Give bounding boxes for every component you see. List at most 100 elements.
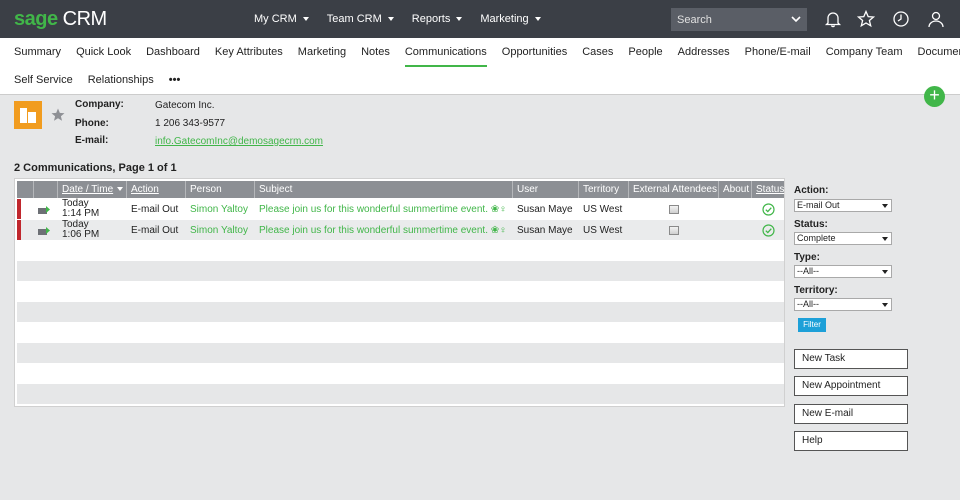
row-person-link[interactable]: Simon Yaltoy [186, 199, 255, 219]
new-email-button[interactable]: New E-mail [794, 404, 908, 424]
clock-icon[interactable] [892, 10, 910, 28]
col-action[interactable]: Action [127, 181, 186, 198]
tab-relationships[interactable]: Relationships [88, 74, 154, 93]
company-name: Gatecom Inc. [155, 100, 215, 111]
tab-dashboard[interactable]: Dashboard [146, 46, 200, 67]
territory-filter-select[interactable]: --All-- [794, 298, 892, 311]
col-subject: Subject [255, 181, 513, 198]
tab-addresses[interactable]: Addresses [678, 46, 730, 67]
grid-header: Date / Time Action Person Subject User T… [17, 181, 784, 198]
type-filter-select[interactable]: --All-- [794, 265, 892, 278]
star-icon[interactable] [857, 10, 875, 28]
table-row[interactable]: Today 1:06 PM E-mail Out Simon Yaltoy Ple… [17, 220, 784, 240]
complete-check-icon [761, 202, 775, 216]
row-subject-link[interactable]: Please join us for this wonderful summer… [255, 199, 513, 219]
row-action: E-mail Out [131, 203, 179, 215]
col-external-attendees: External Attendees [629, 181, 719, 198]
status-filter-select[interactable]: Complete [794, 232, 892, 245]
bell-icon[interactable] [824, 10, 842, 28]
row-territory: US West [583, 224, 623, 236]
empty-row [17, 384, 784, 404]
search-box [671, 8, 807, 31]
tab-opportunities[interactable]: Opportunities [502, 46, 567, 67]
tab-key-attributes[interactable]: Key Attributes [215, 46, 283, 67]
dropdown-arrow-icon [882, 303, 888, 307]
top-bar: sage CRM My CRM Team CRM Reports Marketi… [0, 0, 960, 38]
caret-down-icon [302, 17, 309, 21]
company-icon [14, 101, 42, 129]
type-filter-label: Type: [794, 252, 820, 263]
tab-company-team[interactable]: Company Team [826, 46, 903, 67]
priority-marker [17, 220, 21, 240]
tab-people[interactable]: People [628, 46, 662, 67]
main-nav: My CRM Team CRM Reports Marketing [254, 0, 559, 38]
tab-communications[interactable]: Communications [404, 46, 487, 67]
dropdown-arrow-icon [882, 204, 888, 208]
tab-phone-email[interactable]: Phone/E-mail [745, 46, 811, 67]
tab-cases[interactable]: Cases [582, 46, 613, 67]
new-task-button[interactable]: New Task [794, 349, 908, 369]
row-subject-link[interactable]: Please join us for this wonderful summer… [255, 220, 513, 240]
company-label: Company: [75, 99, 124, 110]
nav-marketing[interactable]: Marketing [480, 13, 541, 25]
col-territory: Territory [579, 181, 629, 198]
status-filter-label: Status: [794, 219, 828, 230]
chevron-down-icon[interactable] [791, 14, 801, 24]
row-user: Susan Maye [517, 224, 573, 236]
sage-crm-logo[interactable]: sage CRM [14, 8, 107, 31]
tab-quick-look[interactable]: Quick Look [76, 46, 131, 67]
tab-documents[interactable]: Documents [918, 46, 960, 67]
col-about: About [719, 181, 752, 198]
nav-reports[interactable]: Reports [412, 13, 463, 25]
sort-desc-icon [117, 187, 124, 192]
tab-row-1: Summary Quick Look Dashboard Key Attribu… [14, 46, 960, 67]
add-button[interactable]: + [924, 86, 945, 107]
row-external-attendees [629, 199, 719, 219]
new-appointment-button[interactable]: New Appointment [794, 376, 908, 396]
building-icon [20, 108, 36, 123]
territory-filter-label: Territory: [794, 285, 838, 296]
communications-grid: Date / Time Action Person Subject User T… [14, 178, 785, 407]
search-input[interactable] [671, 13, 783, 26]
row-external-attendees [629, 220, 719, 240]
attendees-checkbox-icon [669, 225, 679, 235]
user-icon[interactable] [927, 10, 945, 28]
filter-button[interactable]: Filter [798, 318, 826, 332]
phone-value: 1 206 343-9577 [155, 118, 226, 129]
tab-row-2: Self Service Relationships ••• [14, 74, 195, 93]
complete-check-icon [761, 223, 775, 237]
col-icon [34, 181, 58, 198]
col-status[interactable]: Status [752, 181, 784, 198]
list-title: 2 Communications, Page 1 of 1 [14, 162, 177, 174]
table-row[interactable]: Today 1:14 PM E-mail Out Simon Yaltoy Ple… [17, 199, 784, 219]
email-link[interactable]: info.GatecomInc@demosagecrm.com [155, 136, 323, 147]
col-date-time[interactable]: Date / Time [58, 181, 127, 198]
dropdown-arrow-icon [882, 237, 888, 241]
row-user: Susan Maye [517, 203, 573, 215]
tab-notes[interactable]: Notes [361, 46, 390, 67]
empty-row [17, 343, 784, 363]
tab-more-menu[interactable]: ••• [169, 74, 181, 93]
col-user: User [513, 181, 579, 198]
row-status [752, 220, 784, 240]
tab-summary[interactable]: Summary [14, 46, 61, 67]
row-datetime: Today 1:14 PM [62, 198, 100, 219]
row-person-link[interactable]: Simon Yaltoy [186, 220, 255, 240]
empty-row [17, 302, 784, 322]
tab-bar: Summary Quick Look Dashboard Key Attribu… [0, 38, 960, 95]
priority-marker [17, 199, 21, 219]
caret-down-icon [456, 17, 463, 21]
row-action: E-mail Out [131, 224, 179, 236]
help-button[interactable]: Help [794, 431, 908, 451]
tab-self-service[interactable]: Self Service [14, 74, 73, 93]
action-filter-select[interactable]: E-mail Out [794, 199, 892, 212]
caret-down-icon [534, 17, 541, 21]
favorite-star-icon[interactable] [51, 108, 65, 122]
nav-team-crm[interactable]: Team CRM [327, 13, 394, 25]
tab-marketing[interactable]: Marketing [298, 46, 346, 67]
dropdown-arrow-icon [882, 270, 888, 274]
nav-my-crm[interactable]: My CRM [254, 13, 309, 25]
action-filter-label: Action: [794, 185, 829, 196]
attendees-checkbox-icon [669, 204, 679, 214]
empty-row [17, 261, 784, 281]
